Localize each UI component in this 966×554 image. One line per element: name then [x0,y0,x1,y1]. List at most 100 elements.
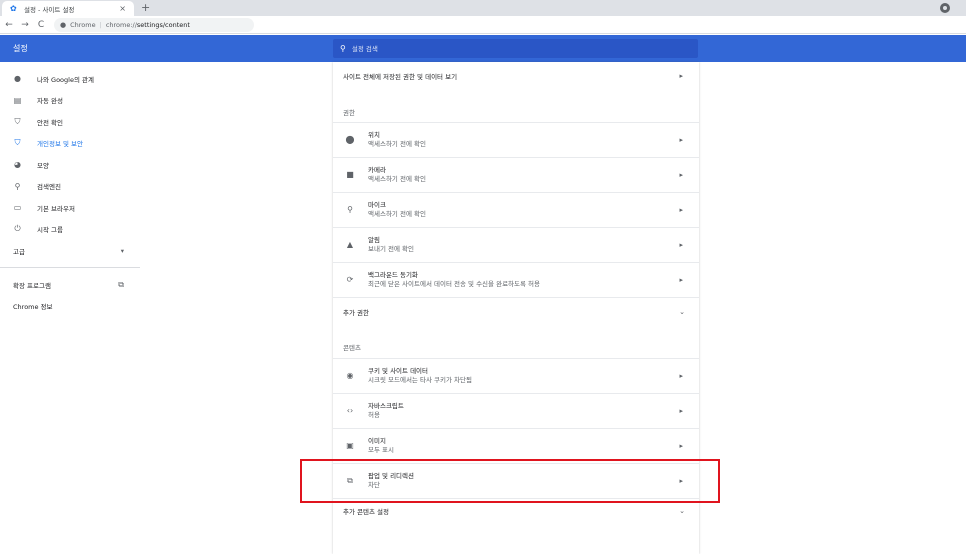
forward-button[interactable]: → [18,20,32,30]
sidebar-item-search-engine[interactable]: ⚲ 검색엔진 [0,176,140,198]
highlight-box [300,459,720,503]
sidebar-item-autofill[interactable]: ▤ 자동 완성 [0,90,140,112]
permission-subtitle: 액세스하기 전에 확인 [368,139,426,148]
image-icon: ▣ [346,441,354,450]
sidebar-item-label: 안전 확인 [37,118,63,127]
permission-title: 백그라운드 동기화 [368,270,418,279]
permission-microphone[interactable]: ⚲ 마이크 액세스하기 전에 확인 ▸ [333,192,699,226]
reload-button[interactable]: C [34,20,48,30]
sidebar-item-appearance[interactable]: ◕ 모양 [0,154,140,176]
bell-icon: ▲ [346,240,354,249]
permission-title: 알림 [368,235,380,244]
permission-background-sync[interactable]: ⟳ 백그라운드 동기화 최근에 닫은 사이트에서 데이터 전송 및 수신을 완료하… [333,262,699,296]
sidebar-item-label: 시작 그룹 [37,226,63,235]
content-subtitle: 모두 표시 [368,445,394,454]
chevron-right-icon: ▸ [679,406,683,415]
permission-notifications[interactable]: ▲ 알림 보내기 전에 확인 ▸ [333,227,699,261]
more-permissions-row[interactable]: 추가 권한 ⌄ [333,297,699,325]
permissions-heading: 권한 [343,109,355,117]
sidebar-item-label: 모양 [37,161,49,170]
sidebar-item-label: 나와 Google의 관계 [37,75,94,84]
tab-title: 설정 - 사이트 설정 [24,5,75,14]
search-input[interactable] [351,44,652,53]
chevron-right-icon: ▸ [679,205,683,214]
sidebar-item-label: 기본 브라우저 [37,204,75,213]
chrome-secure-icon[interactable]: ● [60,21,66,29]
content-images[interactable]: ▣ 이미지 모두 표시 ▸ [333,428,699,462]
settings-search[interactable]: ⚲ [333,39,698,58]
permission-camera[interactable]: ■ 카메라 액세스하기 전에 확인 ▸ [333,157,699,191]
open-in-new-icon: ⧉ [118,279,124,289]
content-cookies[interactable]: ◉ 쿠키 및 사이트 데이터 시크릿 모드에서는 타사 쿠키가 차단됨 ▸ [333,358,699,392]
browser-icon: ▭ [13,203,22,213]
sync-icon: ⟳ [346,275,354,284]
view-all-site-data-row[interactable]: 사이트 전체에 저장된 권한 및 데이터 보기 ▸ [333,66,699,86]
permission-subtitle: 보내기 전에 확인 [368,244,414,253]
power-icon: ⏻ [14,224,21,234]
sidebar-item-default-browser[interactable]: ▭ 기본 브라우저 [0,197,140,219]
tab-settings[interactable]: ✿ 설정 - 사이트 설정 × [2,1,134,16]
address-bar[interactable]: ● Chrome | chrome://settings/content [54,17,254,32]
close-tab-icon[interactable]: × [119,4,126,13]
chevron-down-icon: ⌄ [679,307,685,316]
cookie-icon: ◉ [346,371,354,380]
chevron-right-icon: ▸ [679,275,683,284]
chevron-right-icon: ▸ [679,371,683,380]
sidebar: ● 나와 Google의 관계 ▤ 자동 완성 ⛉ 안전 확인 ⛉ 개인정보 및… [0,62,140,316]
page-title: 설정 [13,44,28,53]
sidebar-item-label: 자동 완성 [37,97,63,106]
chevron-right-icon: ▸ [679,170,683,179]
content-javascript[interactable]: ‹› 자바스크립트 허용 ▸ [333,393,699,427]
site-chip: Chrome [70,20,96,29]
permission-title: 카메라 [368,165,386,174]
chevron-right-icon: ▸ [679,72,683,80]
sidebar-about-label: Chrome 정보 [13,302,53,311]
sidebar-extensions[interactable]: 확장 프로그램 ⧉ [0,274,140,295]
shield-icon: ⛉ [14,138,21,148]
settings-header: 설정 ⚲ [0,35,966,62]
more-content-settings-label: 추가 콘텐츠 설정 [343,507,389,516]
search-icon: ⚲ [14,181,21,191]
sidebar-advanced-label: 고급 [13,247,25,256]
sidebar-item-safety-check[interactable]: ⛉ 안전 확인 [0,111,140,133]
sidebar-item-on-startup[interactable]: ⏻ 시작 그룹 [0,219,140,241]
profile-icon[interactable] [940,3,950,13]
content-subtitle: 시크릿 모드에서는 타사 쿠키가 차단됨 [368,375,472,384]
sidebar-advanced[interactable]: 고급 ▾ [0,240,140,261]
location-icon: ⬤ [345,135,355,144]
tab-strip: ✿ 설정 - 사이트 설정 × + [0,0,966,16]
permission-subtitle: 액세스하기 전에 확인 [368,174,426,183]
content-title: 쿠키 및 사이트 데이터 [368,366,429,375]
content-subtitle: 허용 [368,410,380,419]
palette-icon: ◕ [14,160,21,170]
content-heading: 콘텐츠 [343,344,361,352]
sidebar-item-privacy[interactable]: ⛉ 개인정보 및 보안 [0,133,140,155]
content-title: 자바스크립트 [368,401,404,410]
sidebar-item-label: 개인정보 및 보안 [37,140,83,149]
settings-gear-icon: ✿ [10,3,17,13]
view-all-site-data-label: 사이트 전체에 저장된 권한 및 데이터 보기 [343,73,458,81]
chevron-down-icon: ▾ [120,246,124,255]
code-icon: ‹› [346,406,354,415]
permission-title: 마이크 [368,200,386,209]
back-button[interactable]: ← [2,20,16,30]
sidebar-about-chrome[interactable]: Chrome 정보 [0,295,140,316]
sidebar-extensions-label: 확장 프로그램 [13,281,51,290]
camera-icon: ■ [346,170,354,179]
content-title: 이미지 [368,436,386,445]
permission-title: 위치 [368,130,380,139]
shield-check-icon: ⛉ [14,116,21,126]
permission-subtitle: 액세스하기 전에 확인 [368,209,426,218]
url-text: chrome://settings/content [105,20,190,29]
permission-subtitle: 최근에 닫은 사이트에서 데이터 전송 및 수신을 완료하도록 허용 [368,279,541,288]
new-tab-button[interactable]: + [141,0,150,16]
sidebar-item-you-and-google[interactable]: ● 나와 Google의 관계 [0,68,140,90]
toolbar: ← → C ● Chrome | chrome://settings/conte… [0,16,966,34]
permission-location[interactable]: ⬤ 위치 액세스하기 전에 확인 ▸ [333,122,699,156]
chevron-right-icon: ▸ [679,441,683,450]
chevron-down-icon: ⌄ [679,506,685,515]
person-icon: ● [14,74,21,84]
clipboard-icon: ▤ [13,95,22,105]
chevron-right-icon: ▸ [679,135,683,144]
sidebar-item-label: 검색엔진 [37,183,61,192]
